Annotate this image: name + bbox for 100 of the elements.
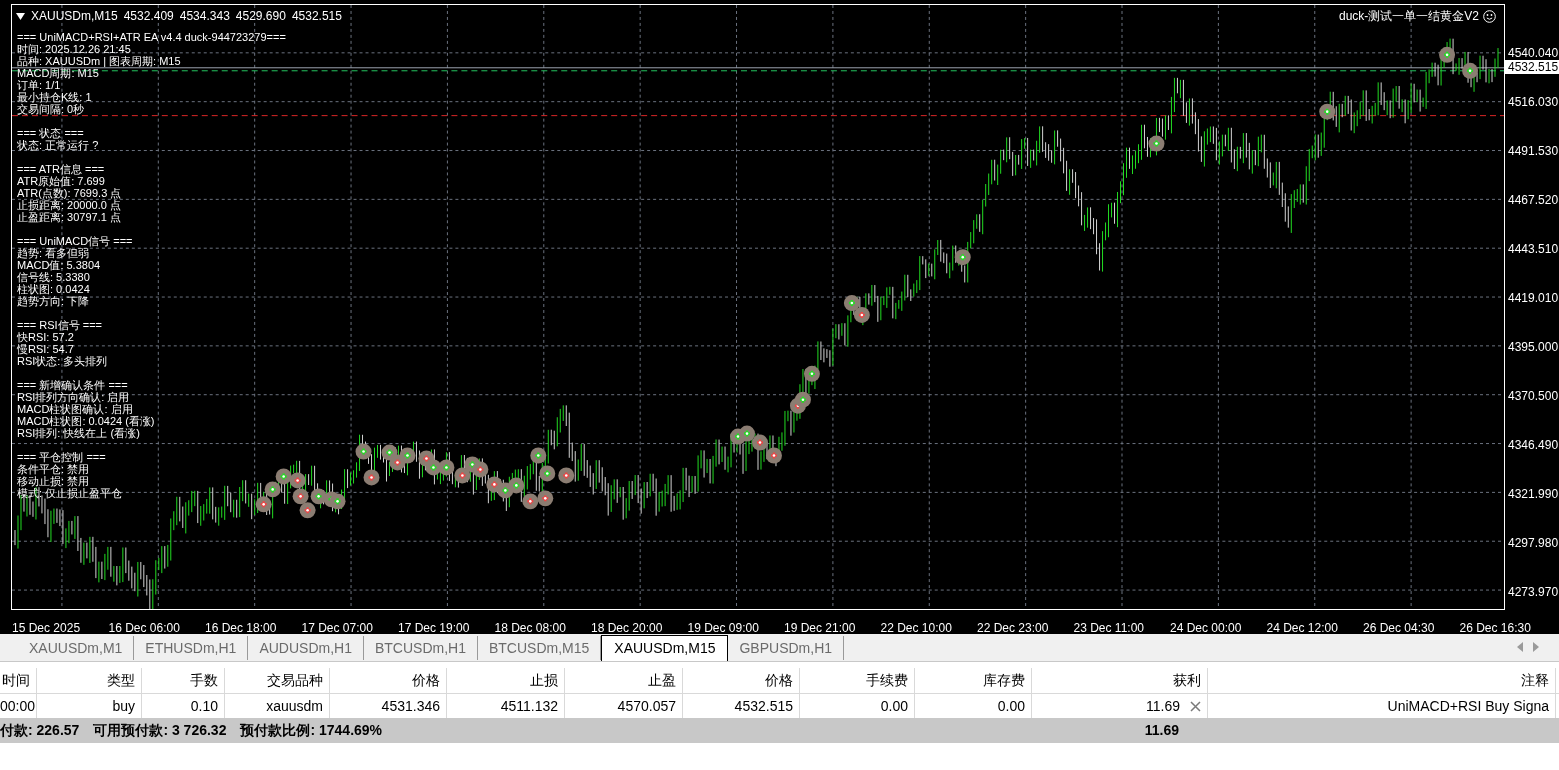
trade-marker[interactable] <box>508 477 525 494</box>
time-axis-label: 26 Dec 16:30 <box>1459 621 1531 635</box>
time-axis-label: 23 Dec 11:00 <box>1073 621 1144 635</box>
time-axis-label: 18 Dec 08:00 <box>494 621 566 635</box>
column-header[interactable]: 注释 <box>1521 670 1549 691</box>
trade-marker[interactable] <box>522 493 539 510</box>
smiley-icon <box>1483 9 1496 23</box>
chart-tab[interactable]: AUDUSDm,H1 <box>248 636 364 660</box>
trade-marker[interactable] <box>255 496 272 513</box>
trade-marker[interactable] <box>264 481 281 498</box>
trade-marker[interactable] <box>537 490 554 507</box>
column-header[interactable]: 时间 <box>2 670 30 691</box>
account-summary: 可用预付款: 3 726.32 <box>93 721 227 740</box>
trade-marker[interactable] <box>530 447 547 464</box>
trade-marker[interactable] <box>794 391 811 408</box>
column-header[interactable]: 价格 <box>412 670 440 691</box>
time-axis-label: 19 Dec 09:00 <box>687 621 759 635</box>
column-header[interactable]: 止盈 <box>648 670 676 691</box>
table-cell-text: UniMACD+RSI Buy Signa <box>1387 696 1549 716</box>
trade-marker[interactable] <box>310 488 327 505</box>
trade-marker[interactable] <box>355 443 372 460</box>
info-line: 慢RSI: 54.7 <box>17 343 74 355</box>
info-line: 交易间隔: 0秒 <box>17 103 85 115</box>
trade-marker[interactable] <box>292 488 309 505</box>
column-header[interactable]: 手续费 <box>866 670 908 691</box>
trade-marker[interactable] <box>425 459 442 476</box>
trade-marker[interactable] <box>329 493 346 510</box>
column-header[interactable]: 库存费 <box>983 670 1025 691</box>
trade-marker[interactable] <box>739 425 755 442</box>
trade-marker[interactable] <box>363 469 380 486</box>
section-header: === 状态 === <box>17 127 84 139</box>
table-cell-text: 0.00 <box>997 696 1025 716</box>
price-axis-label: 4395.000 <box>1508 339 1559 354</box>
table-cell-text: 4532.515 <box>734 696 793 716</box>
price-value: 4529.690 <box>235 8 286 25</box>
chart-tab[interactable]: GBPUSDm,H1 <box>728 636 845 660</box>
time-axis-label: 17 Dec 07:00 <box>301 621 373 635</box>
account-summary: 付款: 226.57 <box>0 721 80 740</box>
column-header[interactable]: 获利 <box>1173 670 1201 691</box>
info-line: 品种: XAUUSDm | 图表周期: M15 <box>17 55 181 67</box>
trade-marker[interactable] <box>438 459 455 476</box>
price-value: 4532.409 <box>123 8 174 25</box>
section-header: === RSI信号 === <box>17 319 102 331</box>
current-price-label: 4532.515 <box>1505 60 1559 74</box>
trade-marker[interactable] <box>1319 103 1336 120</box>
column-header[interactable]: 价格 <box>765 670 793 691</box>
trade-marker[interactable] <box>954 249 971 266</box>
chart-tab[interactable]: BTCUSDm,H1 <box>363 636 478 660</box>
table-cell-text: 00:00 <box>0 696 36 716</box>
chart-tab[interactable]: XAUUSDm,M15 <box>601 635 729 661</box>
time-axis-label: 16 Dec 18:00 <box>205 621 277 635</box>
info-line: 快RSI: 57.2 <box>17 331 74 343</box>
trade-marker[interactable] <box>558 467 575 484</box>
trade-marker[interactable] <box>766 447 782 464</box>
ea-title: duck-测试一单一结黄金V2 <box>1338 8 1479 25</box>
info-line: 最小持仓K线: 1 <box>17 91 92 103</box>
caret-icon[interactable] <box>16 12 25 20</box>
column-header[interactable]: 手数 <box>190 670 218 691</box>
price-axis-label: 4540.040 <box>1508 45 1559 60</box>
trade-marker[interactable] <box>399 447 416 464</box>
info-line: MACD周期: M15 <box>17 67 99 79</box>
price-value: 4532.515 <box>291 8 342 25</box>
table-cell-text: 4531.346 <box>381 696 440 716</box>
info-line: 模式: 仅止损止盈平仓 <box>17 487 123 499</box>
column-header[interactable]: 类型 <box>107 670 135 691</box>
price-axis-label: 4346.490 <box>1508 437 1559 452</box>
info-line: 移动止损: 禁用 <box>17 475 90 487</box>
column-header[interactable]: 止损 <box>530 670 558 691</box>
info-line: 信号线: 5.3380 <box>17 271 90 283</box>
trade-marker[interactable] <box>289 472 306 489</box>
chart-tab[interactable]: XAUUSDm,M1 <box>18 636 135 660</box>
table-cell-text: buy <box>112 696 135 716</box>
trade-marker[interactable] <box>275 468 292 485</box>
info-line: 订单: 1/1 <box>17 79 61 91</box>
trade-marker[interactable] <box>454 467 471 484</box>
trade-marker[interactable] <box>539 465 556 482</box>
info-line: 状态: 正常运行 ? <box>17 139 99 151</box>
table-cell-text: 0.00 <box>880 696 908 716</box>
trade-marker[interactable] <box>1462 62 1479 79</box>
time-axis-label: 17 Dec 19:00 <box>398 621 470 635</box>
trade-marker[interactable] <box>1148 135 1165 152</box>
column-header[interactable]: 交易品种 <box>267 670 323 691</box>
price-axis-label: 4516.030 <box>1508 94 1559 109</box>
trade-marker[interactable] <box>299 502 316 519</box>
trade-marker[interactable] <box>752 434 768 451</box>
time-axis-label: 15 Dec 2025 <box>12 621 81 635</box>
trade-marker[interactable] <box>843 295 860 311</box>
time-axis-label: 22 Dec 23:00 <box>977 621 1049 635</box>
close-icon[interactable] <box>1190 700 1201 712</box>
trade-marker[interactable] <box>803 365 820 382</box>
price-axis-label: 4297.980 <box>1508 535 1559 550</box>
trade-marker[interactable] <box>853 307 870 323</box>
info-line: MACD值: 5.3804 <box>17 259 101 271</box>
chart-tab[interactable]: ETHUSDm,H1 <box>134 636 249 660</box>
time-axis-label: 22 Dec 10:00 <box>880 621 952 635</box>
trade-marker[interactable] <box>1439 46 1456 63</box>
section-header: === 新增确认条件 === <box>17 379 128 391</box>
price-axis-label: 4370.500 <box>1508 388 1559 403</box>
info-line: RSI排列: 快线在上 (看涨) <box>17 427 140 439</box>
trade-marker[interactable] <box>472 461 489 478</box>
